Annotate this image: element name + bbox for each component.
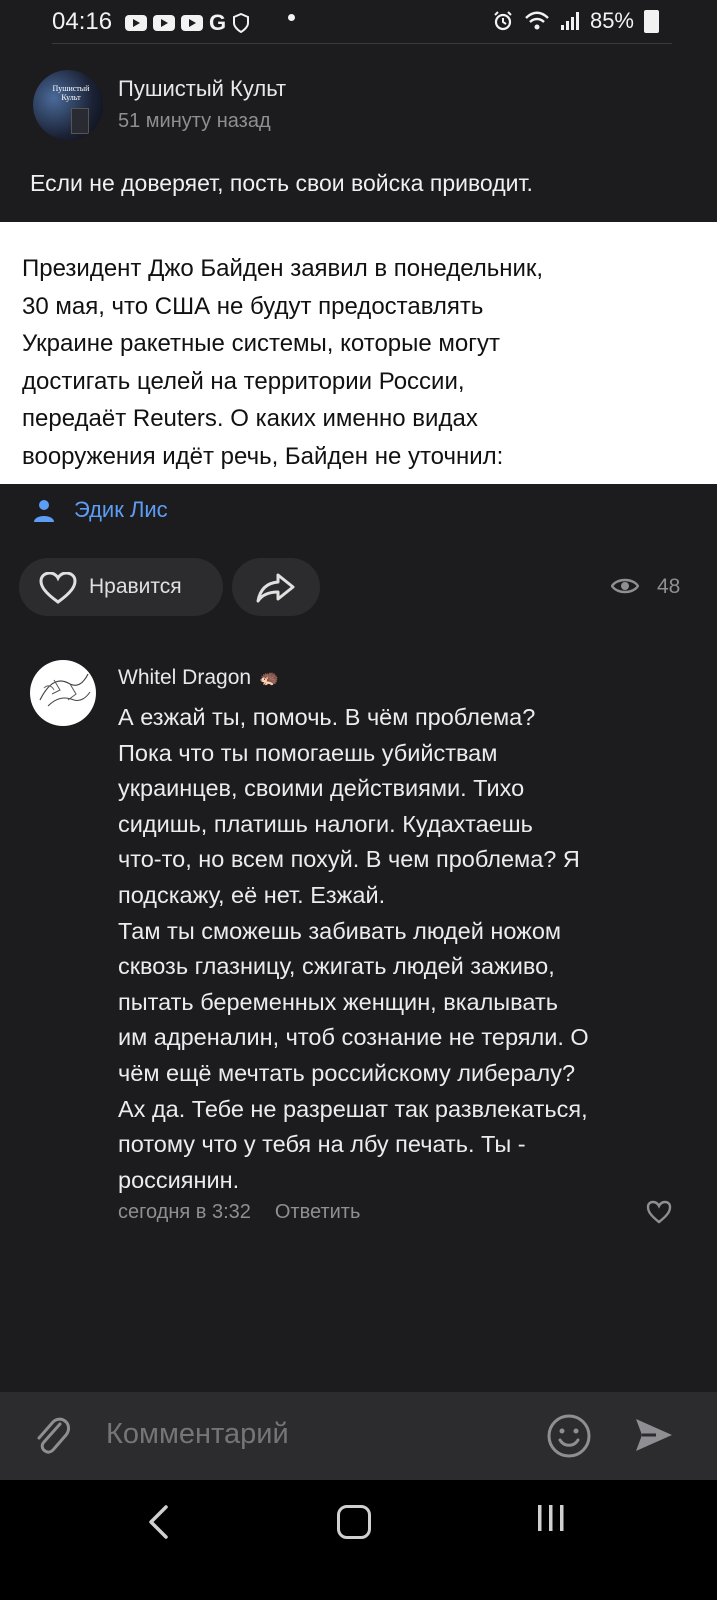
google-icon: G xyxy=(209,10,227,35)
share-icon xyxy=(256,573,295,603)
commenter-avatar[interactable] xyxy=(30,660,96,726)
like-button[interactable]: Нравится xyxy=(19,558,223,616)
quote-line: передаёт Reuters. О каких именно видах xyxy=(22,405,478,432)
like-label: Нравится xyxy=(89,575,182,598)
comment-line: им адреналин, чтоб сознание не теряли. О xyxy=(118,1024,589,1051)
dragon-sketch-icon xyxy=(39,673,91,707)
heart-icon xyxy=(39,572,77,604)
divider xyxy=(52,43,672,44)
share-button[interactable] xyxy=(232,558,320,616)
comment-timestamp: сегодня в 3:32 xyxy=(118,1201,251,1223)
recent-apps-icon[interactable] xyxy=(536,1502,566,1534)
avatar-logo-text: Пушистый Культ xyxy=(52,84,90,102)
quote-line: Президент Джо Байден заявил в понедельни… xyxy=(22,255,544,282)
alarm-icon xyxy=(494,11,512,31)
comment-line: чём ещё мечтать российскому либералу? xyxy=(118,1059,576,1086)
community-avatar[interactable]: Пушистый Культ xyxy=(33,70,103,140)
comment-line: сидишь, платишь налоги. Кудахтаешь xyxy=(118,810,533,837)
quote-line: 30 мая, что США не будут предоставлять xyxy=(22,292,484,320)
comment-text: А езжай ты, помочь. В чём проблема? Пока… xyxy=(118,700,688,1198)
battery-icon xyxy=(644,9,659,33)
home-icon[interactable] xyxy=(337,1505,371,1539)
comment-input[interactable] xyxy=(106,1418,526,1451)
emoji-icon[interactable] xyxy=(546,1413,592,1459)
comment-line: потому что у тебя на лбу печать. Ты - xyxy=(118,1131,526,1158)
wifi-icon xyxy=(525,11,549,30)
battery-percent: 85% xyxy=(589,8,634,33)
status-time: 04:16 xyxy=(52,8,113,35)
notification-icons: G xyxy=(125,10,250,36)
post-text: Если не доверяет, пость свои войска прив… xyxy=(30,170,533,196)
comment-line: россиянин. xyxy=(118,1166,240,1193)
comment-like-icon[interactable] xyxy=(646,1200,672,1224)
signal-icon xyxy=(560,12,579,30)
youtube-icon xyxy=(125,15,147,31)
eye-icon xyxy=(611,578,639,594)
comment-line: Пока что ты помогаешь убийствам xyxy=(118,739,498,766)
youtube-icon xyxy=(153,15,175,31)
quote-line: достигать целей на территории России, xyxy=(22,367,465,395)
system-icons: 85% xyxy=(492,8,659,34)
back-icon[interactable] xyxy=(146,1504,170,1540)
comment-author[interactable]: Whitel Dragon 🦔 xyxy=(118,666,279,690)
comment-line: Ах да. Тебе не разрешат так развлекаться… xyxy=(118,1095,588,1122)
hedgehog-icon: 🦔 xyxy=(259,670,279,687)
status-bar: 04:16 G 85% xyxy=(0,0,717,44)
reply-button[interactable]: Ответить xyxy=(275,1201,361,1224)
system-navigation-bar xyxy=(0,1480,717,1600)
quote-line: вооружения идёт речь, Байден не уточнил: xyxy=(22,442,504,470)
comment-line: А езжай ты, помочь. В чём проблема? xyxy=(118,704,536,730)
comment-line: что-то, но всем похуй. В чем проблема? Я xyxy=(118,846,580,873)
shield-icon xyxy=(233,13,250,33)
comment-line: Там ты сможешь забивать людей ножом xyxy=(118,917,562,944)
youtube-icon xyxy=(181,15,203,31)
post-time: 51 минуту назад xyxy=(118,110,271,132)
views-count: 48 xyxy=(657,575,681,598)
comment-line: сквозь глазницу, сжигать людей заживо, xyxy=(118,953,555,980)
person-icon xyxy=(34,500,54,522)
comment-line: подскажу, её нет. Езжай. xyxy=(118,881,386,908)
post-author[interactable]: Пушистый Культ xyxy=(118,76,286,102)
more-notifications-dot xyxy=(288,14,295,21)
comment-author-name: Whitel Dragon xyxy=(118,666,252,689)
comment-line: пытать беременных женщин, вкалывать xyxy=(118,988,558,1015)
send-icon[interactable] xyxy=(634,1415,674,1455)
comment-meta: сегодня в 3:32 Ответить xyxy=(118,1201,360,1224)
quote-line: Украине ракетные системы, которые могут xyxy=(22,330,500,357)
post-signer-link[interactable]: Эдик Лис xyxy=(74,497,168,523)
quoted-news-text: Президент Джо Байден заявил в понедельни… xyxy=(22,250,702,475)
comment-line: украинцев, своими действиями. Тихо xyxy=(118,775,525,802)
attach-icon[interactable] xyxy=(32,1414,72,1458)
